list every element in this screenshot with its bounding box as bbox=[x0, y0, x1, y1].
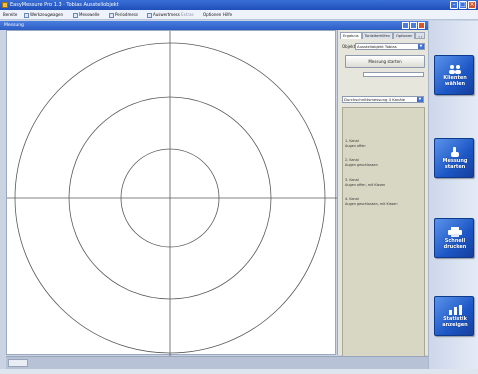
close-icon[interactable] bbox=[418, 22, 425, 29]
menu-item[interactable]: Auswertmess bbox=[147, 10, 180, 20]
show-statistics-button[interactable]: Statistik anzeigen bbox=[434, 296, 474, 336]
app-window: EasyMessure Pro 1.3 · Tobias Ausstellobj… bbox=[0, 0, 478, 374]
toolbar-icon bbox=[109, 12, 114, 18]
measurement-progress-bar bbox=[363, 72, 424, 77]
chevron-down-icon: ▼ bbox=[417, 97, 423, 102]
measurement-window-title-bar: Messung bbox=[0, 21, 428, 30]
tab-optionen[interactable]: Optionen bbox=[392, 32, 416, 39]
menu-item[interactable]: Bereite bbox=[3, 10, 17, 20]
start-measurement-label-2: starten bbox=[444, 164, 466, 170]
object-row: Objekt Ausstellobjekt Tobias ▼ bbox=[342, 43, 425, 50]
menu-item[interactable]: Messwelle bbox=[73, 10, 100, 20]
select-client-label-2: wählen bbox=[444, 81, 466, 87]
tab-scroll-arrows[interactable]: ‹ › bbox=[415, 32, 426, 39]
list-item[interactable]: 3. Kanal Augen offen, mit Kissen bbox=[345, 178, 385, 187]
start-measurement-sidebar-button[interactable]: Messung starten bbox=[434, 138, 474, 178]
app-logo-icon bbox=[2, 2, 8, 8]
menu-item[interactable]: Periodmess bbox=[109, 10, 138, 20]
minimize-icon[interactable]: – bbox=[450, 1, 458, 9]
window-title: Messung bbox=[4, 23, 24, 28]
list-item[interactable]: 2. Kanal Augen geschlossen bbox=[345, 158, 378, 167]
quick-print-button[interactable]: Schnell drucken bbox=[434, 218, 474, 258]
maximize-icon[interactable] bbox=[410, 22, 417, 29]
results-panel: Ergebnis Tonleiterhilfen Optionen ‹ › Objek… bbox=[337, 30, 428, 374]
horizontal-scrollbar[interactable] bbox=[6, 356, 428, 369]
tab-ergebnis[interactable]: Ergebnis bbox=[340, 32, 362, 39]
panel-tabs: Ergebnis Tonleiterhilfen Optionen ‹ › bbox=[340, 32, 426, 39]
start-measurement-button[interactable]: Messung starten bbox=[345, 55, 425, 68]
measurement-canvas[interactable] bbox=[6, 30, 337, 356]
toolbar-icon bbox=[73, 12, 78, 18]
list-item-detail: Augen offen bbox=[345, 143, 366, 148]
minimize-icon[interactable] bbox=[402, 22, 409, 29]
show-statistics-label-2: anzeigen bbox=[442, 322, 468, 328]
close-icon[interactable]: × bbox=[468, 1, 476, 9]
chevron-down-icon: ▼ bbox=[418, 44, 424, 49]
tab-tonleiterhilfen[interactable]: Tonleiterhilfen bbox=[361, 32, 393, 39]
menu-item[interactable]: Extras bbox=[181, 10, 194, 20]
object-select-value: Ausstellobjekt Tobias bbox=[357, 44, 397, 49]
list-item-detail: Augen offen, mit Kissen bbox=[345, 182, 386, 187]
variant-select-value: Durchschnittsmessung 4 Kanäle bbox=[344, 97, 406, 102]
list-item-detail: Augen geschlossen, mit Kissen bbox=[345, 201, 398, 206]
target-diagram bbox=[7, 31, 337, 356]
object-select[interactable]: Ausstellobjekt Tobias ▼ bbox=[355, 43, 425, 50]
hand-pointer-icon bbox=[451, 147, 459, 157]
people-icon bbox=[449, 65, 461, 74]
menu-bar: Bereite Werkzeugwagen Messwelle Periodme… bbox=[0, 10, 478, 20]
scrollbar-thumb[interactable] bbox=[8, 359, 28, 367]
channel-list[interactable]: 1. Kanal Augen offen 2. Kanal Augen gesc… bbox=[342, 107, 425, 374]
toolbar-icon bbox=[147, 12, 152, 18]
action-sidebar: Klienten wählen Messung starten Schnell … bbox=[428, 21, 478, 369]
menu-item[interactable]: Werkzeugwagen bbox=[24, 10, 63, 20]
statistics-icon bbox=[449, 305, 462, 315]
list-item-detail: Augen geschlossen bbox=[345, 162, 378, 167]
menu-item[interactable]: Optionen bbox=[203, 10, 221, 20]
status-bar bbox=[0, 369, 478, 374]
printer-icon bbox=[448, 227, 462, 237]
app-title-bar: EasyMessure Pro 1.3 · Tobias Ausstellobj… bbox=[0, 0, 478, 10]
list-item[interactable]: 4. Kanal Augen geschlossen, mit Kissen bbox=[345, 197, 397, 206]
quick-print-label-2: drucken bbox=[443, 244, 467, 250]
menu-item[interactable]: Hilfe bbox=[223, 10, 232, 20]
list-item[interactable]: 1. Kanal Augen offen bbox=[345, 139, 366, 148]
toolbar-icon bbox=[24, 12, 29, 18]
object-label: Objekt bbox=[342, 44, 356, 49]
select-client-button[interactable]: Klienten wählen bbox=[434, 55, 474, 95]
app-title: EasyMessure Pro 1.3 · Tobias Ausstellobj… bbox=[10, 2, 119, 8]
measurement-variant-select[interactable]: Durchschnittsmessung 4 Kanäle ▼ bbox=[342, 96, 424, 103]
maximize-icon[interactable]: □ bbox=[459, 1, 467, 9]
